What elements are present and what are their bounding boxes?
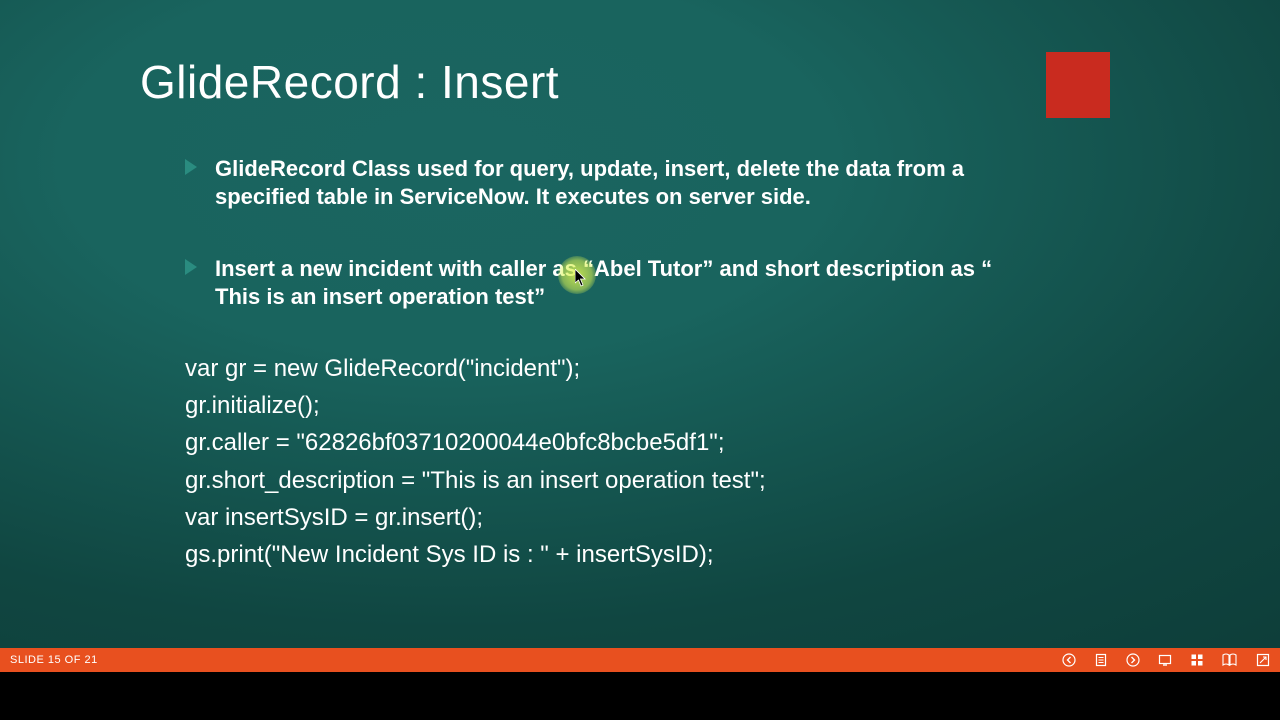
code-line: gs.print("New Incident Sys ID is : " + i…: [185, 536, 766, 573]
reading-view-icon[interactable]: [1222, 653, 1238, 667]
slide: GlideRecord : Insert GlideRecord Class u…: [0, 0, 1280, 648]
grid-view-icon[interactable]: [1190, 653, 1204, 667]
status-bar: SLIDE 15 OF 21: [0, 648, 1280, 672]
code-line: gr.short_description = "This is an inser…: [185, 462, 766, 499]
zoom-icon[interactable]: [1256, 653, 1270, 667]
bullet-item: GlideRecord Class used for query, update…: [185, 155, 1015, 210]
prev-slide-icon[interactable]: [1062, 653, 1076, 667]
code-line: gr.initialize();: [185, 387, 766, 424]
next-slide-icon[interactable]: [1126, 653, 1140, 667]
code-block: var gr = new GlideRecord("incident"); gr…: [185, 350, 766, 573]
status-controls: [1062, 653, 1270, 667]
bullet-triangle-icon: [185, 159, 197, 175]
bottom-strip: [0, 672, 1280, 720]
slide-counter: SLIDE 15 OF 21: [10, 654, 98, 666]
code-line: gr.caller = "62826bf03710200044e0bfc8bcb…: [185, 424, 766, 461]
slide-title: GlideRecord : Insert: [140, 55, 559, 109]
bullet-text: GlideRecord Class used for query, update…: [215, 156, 964, 209]
bullet-item: Insert a new incident with caller as “Ab…: [185, 255, 1015, 310]
code-line: var insertSysID = gr.insert();: [185, 499, 766, 536]
slideshow-icon[interactable]: [1158, 653, 1172, 667]
bullet-list: GlideRecord Class used for query, update…: [185, 155, 1015, 355]
accent-square: [1046, 52, 1110, 118]
code-line: var gr = new GlideRecord("incident");: [185, 350, 766, 387]
bullet-triangle-icon: [185, 259, 197, 275]
notes-icon[interactable]: [1094, 653, 1108, 667]
bullet-text: Insert a new incident with caller as “Ab…: [215, 256, 992, 309]
